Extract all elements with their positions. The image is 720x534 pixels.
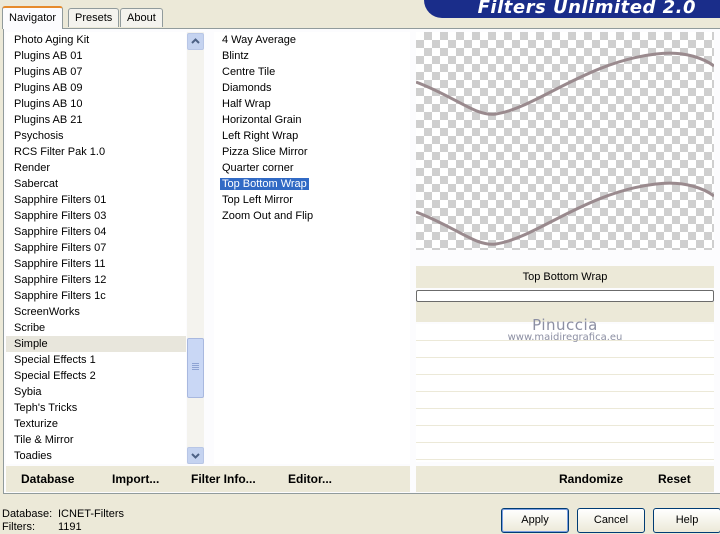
database-link[interactable]: Database	[21, 472, 74, 486]
filter-item[interactable]: 4 Way Average	[214, 32, 410, 48]
category-item[interactable]: Sapphire Filters 07	[6, 240, 186, 256]
category-item[interactable]: Plugins AB 09	[6, 80, 186, 96]
scroll-thumb[interactable]	[187, 338, 204, 398]
preview-filter-name: Top Bottom Wrap	[416, 266, 714, 288]
status-info: Database: ICNET-Filters Filters: 1191	[2, 508, 124, 534]
filter-item[interactable]: Half Wrap	[214, 96, 410, 112]
category-item[interactable]: Psychosis	[6, 128, 186, 144]
category-item[interactable]: Special Effects 1	[6, 352, 186, 368]
progress-bar	[416, 290, 714, 302]
category-item[interactable]: RCS Filter Pak 1.0	[6, 144, 186, 160]
category-item-selected[interactable]: Simple	[6, 336, 186, 352]
import-link[interactable]: Import...	[112, 472, 159, 486]
category-scrollbar[interactable]	[187, 32, 204, 464]
slider-row	[416, 375, 714, 392]
category-list[interactable]: Photo Aging Kit Plugins AB 01 Plugins AB…	[6, 32, 186, 464]
editor-link[interactable]: Editor...	[288, 472, 332, 486]
brand-banner: Filters Unlimited 2.0	[424, 0, 720, 18]
scroll-up-button[interactable]	[187, 33, 204, 50]
category-item[interactable]: Photo Aging Kit	[6, 32, 186, 48]
category-item[interactable]: Special Effects 2	[6, 368, 186, 384]
category-item[interactable]: Tile & Mirror	[6, 432, 186, 448]
filter-item[interactable]: Centre Tile	[214, 64, 410, 80]
database-value: ICNET-Filters	[58, 508, 124, 520]
slider-row	[416, 341, 714, 358]
category-item[interactable]: Sapphire Filters 04	[6, 224, 186, 240]
chevron-up-icon	[191, 38, 200, 44]
category-item[interactable]: Texturize	[6, 416, 186, 432]
category-item[interactable]: Sapphire Filters 01	[6, 192, 186, 208]
filter-item-label: Diamonds	[222, 82, 272, 94]
filter-item[interactable]: Pizza Slice Mirror	[214, 144, 410, 160]
brand-title: Filters Unlimited 2.0	[477, 0, 696, 18]
reset-link[interactable]: Reset	[658, 472, 691, 486]
slider-row	[416, 358, 714, 375]
filters-label: Filters:	[2, 521, 35, 533]
slider-row	[416, 392, 714, 409]
category-item[interactable]: Scribe	[6, 320, 186, 336]
filter-item[interactable]: Quarter corner	[214, 160, 410, 176]
category-item[interactable]: Teph's Tricks	[6, 400, 186, 416]
filter-item-label: Top Left Mirror	[222, 194, 293, 206]
category-item[interactable]: Render	[6, 160, 186, 176]
slider-row	[416, 426, 714, 443]
filter-item[interactable]: Horizontal Grain	[214, 112, 410, 128]
category-item[interactable]: Sapphire Filters 11	[6, 256, 186, 272]
filter-item-label: Pizza Slice Mirror	[222, 146, 308, 158]
category-item[interactable]: Plugins AB 10	[6, 96, 186, 112]
scroll-down-button[interactable]	[187, 447, 204, 464]
slider-row	[416, 443, 714, 460]
slider-area	[416, 324, 714, 462]
category-item[interactable]: Sapphire Filters 12	[6, 272, 186, 288]
category-item[interactable]: ScreenWorks	[6, 304, 186, 320]
filter-item-label: Top Bottom Wrap	[220, 178, 309, 190]
cancel-button[interactable]: Cancel	[577, 508, 645, 533]
filter-item-label: Left Right Wrap	[222, 130, 299, 142]
filter-item-selected[interactable]: Top Bottom Wrap	[214, 176, 410, 192]
category-item[interactable]: Sabercat	[6, 176, 186, 192]
watermark: Pinuccia www.maidiregrafica.eu	[416, 316, 714, 343]
category-item[interactable]: Plugins AB 07	[6, 64, 186, 80]
category-item[interactable]: Sybia	[6, 384, 186, 400]
slider-row	[416, 409, 714, 426]
filter-item[interactable]: Zoom Out and Flip	[214, 208, 410, 224]
filter-item-label: Horizontal Grain	[222, 114, 302, 126]
filters-count: 1191	[58, 521, 82, 533]
filter-item-label: Half Wrap	[222, 98, 271, 110]
tab-navigator[interactable]: Navigator	[2, 6, 64, 29]
apply-button[interactable]: Apply	[501, 508, 569, 533]
help-button[interactable]: Help	[653, 508, 720, 533]
wave-preview	[415, 51, 715, 246]
category-item[interactable]: Plugins AB 21	[6, 112, 186, 128]
category-item[interactable]: Sapphire Filters 1c	[6, 288, 186, 304]
filter-item[interactable]: Diamonds	[214, 80, 410, 96]
preview-image	[415, 32, 715, 250]
filter-item-label: Zoom Out and Flip	[222, 210, 314, 222]
filter-item[interactable]: Top Left Mirror	[214, 192, 410, 208]
category-item[interactable]: Toadies	[6, 448, 186, 464]
tab-presets[interactable]: Presets	[68, 8, 120, 27]
category-item[interactable]: Plugins AB 01	[6, 48, 186, 64]
filter-item-label: Blintz	[222, 50, 249, 62]
filter-item-label: 4 Way Average	[222, 34, 296, 46]
filter-item[interactable]: Left Right Wrap	[214, 128, 410, 144]
tab-about[interactable]: About	[120, 8, 163, 27]
filter-list[interactable]: 4 Way Average Blintz Centre Tile Diamond…	[214, 32, 410, 464]
grip-icon	[192, 363, 199, 364]
database-label: Database:	[2, 508, 53, 520]
randomize-link[interactable]: Randomize	[559, 472, 623, 486]
filter-item-label: Quarter corner	[222, 162, 294, 174]
filter-info-link[interactable]: Filter Info...	[191, 472, 256, 486]
category-item[interactable]: Sapphire Filters 03	[6, 208, 186, 224]
filter-item[interactable]: Blintz	[214, 48, 410, 64]
filter-item-label: Centre Tile	[222, 66, 276, 78]
chevron-down-icon	[191, 453, 200, 459]
watermark-url: www.maidiregrafica.eu	[507, 332, 623, 343]
